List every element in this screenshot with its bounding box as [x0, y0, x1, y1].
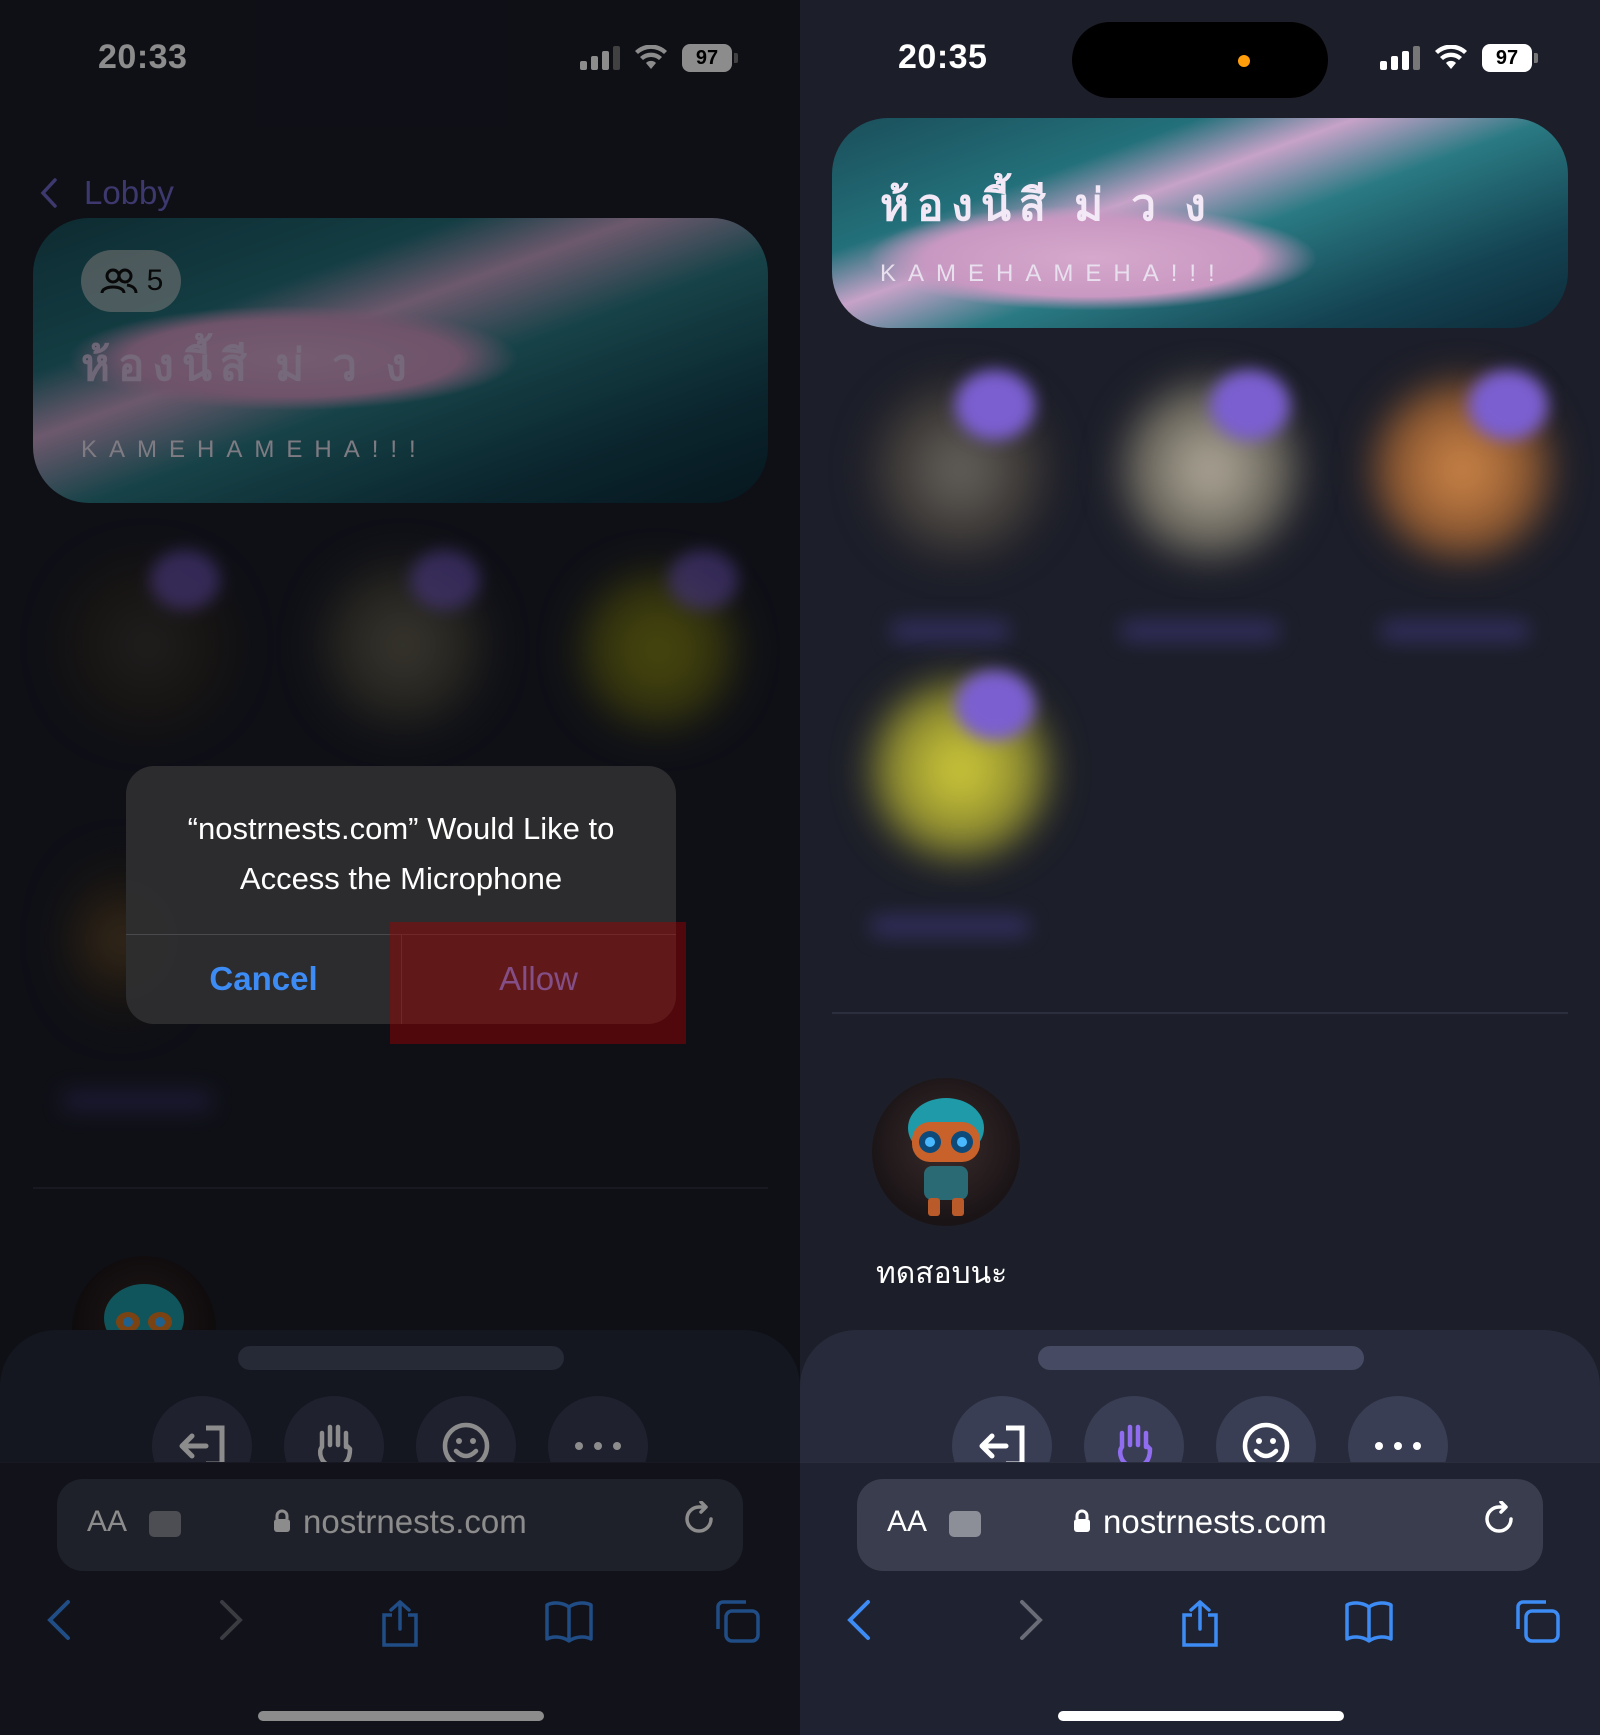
- speaker-badge: [1210, 370, 1290, 440]
- url-text: nostrnests.com: [1103, 1503, 1327, 1540]
- status-bar: 20:35 97: [800, 0, 1600, 115]
- speaker-badge: [955, 670, 1035, 740]
- section-divider: [832, 1012, 1568, 1014]
- address-bar[interactable]: AA nostrnests.com: [857, 1479, 1543, 1571]
- extension-icon[interactable]: [949, 1511, 981, 1537]
- robot-avatar-icon: [908, 1098, 984, 1216]
- left-phone-screen: 20:33 97 Lobby 5 ห้องนี้สี ม่ ว ง KAMEHA…: [0, 0, 800, 1735]
- wifi-icon: [1435, 45, 1467, 69]
- self-avatar[interactable]: [872, 1078, 1020, 1226]
- speaker-badge: [955, 370, 1035, 440]
- dynamic-island: [1072, 22, 1328, 98]
- self-user-name: ทดสอบนะ: [876, 1257, 1008, 1290]
- dialog-title: “nostrnests.com” Would Like to Access th…: [187, 811, 615, 896]
- speaker-name-blurred: [1380, 620, 1530, 642]
- forward-arrow-icon[interactable]: [1018, 1599, 1044, 1641]
- mic-in-use-indicator: [1238, 55, 1250, 67]
- speaker-name-blurred: [890, 620, 1010, 642]
- sheet-handle[interactable]: [1038, 1346, 1364, 1370]
- share-icon[interactable]: [1178, 1599, 1222, 1649]
- status-icons: 97: [1380, 44, 1538, 72]
- bookmarks-icon[interactable]: [1344, 1599, 1394, 1643]
- right-phone-screen: 20:35 97 ห้องนี้สี ม่ ว ง KAMEHAMEHA!!!: [800, 0, 1600, 1735]
- cellular-signal-icon: [1380, 46, 1420, 70]
- speaker-name-blurred: [870, 915, 1030, 937]
- allow-button-highlight: [390, 922, 686, 1044]
- home-indicator: [1058, 1711, 1344, 1721]
- room-banner: ห้องนี้สี ม่ ว ง KAMEHAMEHA!!!: [832, 118, 1568, 328]
- safari-toolbar: AA nostrnests.com: [800, 1462, 1600, 1735]
- speaker-name-blurred: [1120, 620, 1280, 642]
- room-subtitle: KAMEHAMEHA!!!: [880, 260, 1227, 287]
- cancel-button[interactable]: Cancel: [126, 934, 401, 1024]
- reader-aa-button[interactable]: AA: [887, 1505, 927, 1539]
- room-title: ห้องนี้สี ม่ ว ง: [880, 181, 1214, 230]
- lock-icon: [1074, 1509, 1090, 1532]
- back-arrow-icon[interactable]: [846, 1599, 872, 1641]
- battery-icon: 97: [1482, 44, 1538, 72]
- speaker-badge: [1468, 370, 1548, 440]
- room-controls-sheet: [800, 1330, 1600, 1496]
- reload-icon[interactable]: [1481, 1501, 1517, 1537]
- tabs-icon[interactable]: [1514, 1599, 1562, 1645]
- battery-level: 97: [1482, 44, 1532, 72]
- more-icon: [1375, 1442, 1421, 1450]
- status-time: 20:35: [898, 38, 988, 76]
